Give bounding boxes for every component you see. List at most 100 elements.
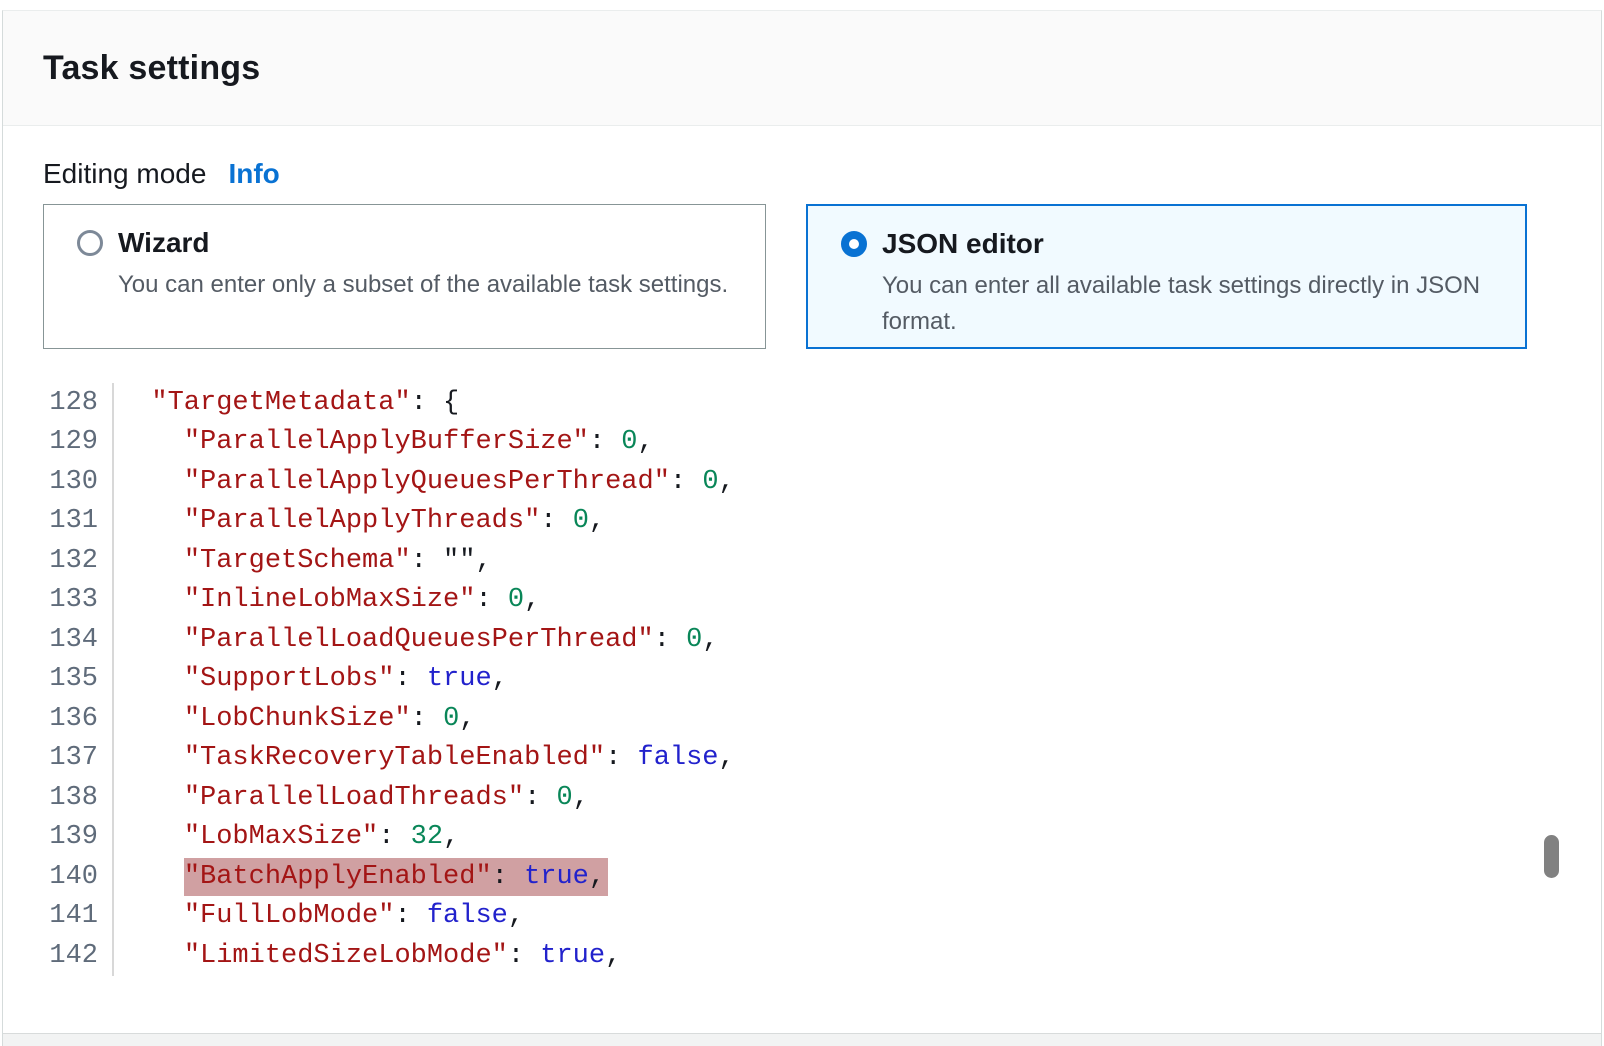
code-token: : "",: [411, 546, 492, 576]
page-title: Task settings: [43, 49, 260, 88]
code-line[interactable]: 133 "InlineLobMaxSize": 0,: [43, 581, 1561, 621]
code-token: 0: [573, 506, 589, 536]
code-line[interactable]: 132 "TargetSchema": "",: [43, 541, 1561, 581]
code-token: :: [394, 901, 426, 931]
code-line[interactable]: 141 "FullLobMode": false,: [43, 897, 1561, 937]
line-number: 130: [43, 462, 114, 502]
code-line[interactable]: 131 "ParallelApplyThreads": 0,: [43, 502, 1561, 542]
code-line[interactable]: 138 "ParallelLoadThreads": 0,: [43, 778, 1561, 818]
code-token: ,: [638, 427, 654, 457]
code-token: :: [475, 585, 507, 615]
radio-icon[interactable]: [77, 230, 103, 256]
code-token: 0: [621, 427, 637, 457]
code-token: true: [540, 941, 605, 971]
code-token: false: [638, 743, 719, 773]
code-token: "LimitedSizeLobMode": [184, 941, 508, 971]
code-token: ,: [443, 822, 459, 852]
code-line-text: "TaskRecoveryTableEnabled": false,: [114, 743, 735, 773]
option-head: Wizard: [77, 227, 741, 259]
code-token: 32: [411, 822, 443, 852]
radio-icon[interactable]: [841, 231, 867, 257]
code-line[interactable]: 139 "LobMaxSize": 32,: [43, 818, 1561, 858]
line-number: 131: [43, 502, 114, 542]
code-token: ,: [492, 664, 508, 694]
line-number: 132: [43, 541, 114, 581]
option-title: Wizard: [118, 227, 210, 259]
code-token: :: [589, 427, 621, 457]
code-token: true: [427, 664, 492, 694]
editing-mode-label: Editing mode: [43, 158, 206, 190]
line-number: 140: [43, 857, 114, 897]
code-line[interactable]: 140 "BatchApplyEnabled": true,: [43, 857, 1561, 897]
json-code-editor[interactable]: 128 "TargetMetadata": {129 "ParallelAppl…: [43, 383, 1561, 976]
line-number: 141: [43, 897, 114, 937]
code-token: :: [605, 743, 637, 773]
code-line-text: "ParallelApplyQueuesPerThread": 0,: [114, 467, 735, 497]
line-number: 128: [43, 383, 114, 423]
code-token: ,: [605, 941, 621, 971]
code-token: "ParallelApplyQueuesPerThread": [184, 467, 670, 497]
code-token: :: [378, 822, 410, 852]
panel-body: Editing mode Info Wizard You can enter o…: [3, 158, 1601, 976]
code-line[interactable]: 134 "ParallelLoadQueuesPerThread": 0,: [43, 620, 1561, 660]
line-number: 134: [43, 620, 114, 660]
panel-header: Task settings: [3, 11, 1601, 126]
code-token: ,: [459, 704, 475, 734]
line-number: 136: [43, 699, 114, 739]
code-line-text: "FullLobMode": false,: [114, 901, 524, 931]
code-line[interactable]: 136 "LobChunkSize": 0,: [43, 699, 1561, 739]
code-line[interactable]: 128 "TargetMetadata": {: [43, 383, 1561, 423]
code-token: "InlineLobMaxSize": [184, 585, 476, 615]
code-line[interactable]: 129 "ParallelApplyBufferSize": 0,: [43, 423, 1561, 463]
code-lines: 128 "TargetMetadata": {129 "ParallelAppl…: [43, 383, 1561, 976]
line-number: 133: [43, 581, 114, 621]
line-number: 142: [43, 936, 114, 976]
code-token: ,: [524, 585, 540, 615]
code-token: ,: [573, 783, 589, 813]
highlighted-code: "BatchApplyEnabled": true,: [184, 858, 608, 896]
info-link[interactable]: Info: [228, 158, 279, 190]
code-token: "TargetSchema": [184, 546, 411, 576]
option-title: JSON editor: [882, 228, 1044, 260]
scrollbar-thumb[interactable]: [1544, 835, 1559, 878]
code-line-text: "SupportLobs": true,: [114, 664, 508, 694]
code-line-text: "TargetMetadata": {: [114, 388, 459, 418]
code-line[interactable]: 137 "TaskRecoveryTableEnabled": false,: [43, 739, 1561, 779]
code-line[interactable]: 135 "SupportLobs": true,: [43, 660, 1561, 700]
code-token: ,: [702, 625, 718, 655]
code-line-text: "BatchApplyEnabled": true,: [114, 862, 608, 892]
editing-mode-options: Wizard You can enter only a subset of th…: [43, 204, 1561, 349]
code-line-text: "TargetSchema": "",: [114, 546, 492, 576]
code-token: false: [427, 901, 508, 931]
code-token: "ParallelApplyThreads": [184, 506, 540, 536]
code-token: ,: [508, 901, 524, 931]
code-token: "BatchApplyEnabled": [184, 862, 492, 892]
code-token: 0: [508, 585, 524, 615]
code-token: :: [654, 625, 686, 655]
code-line-text: "InlineLobMaxSize": 0,: [114, 585, 540, 615]
code-line-text: "ParallelApplyThreads": 0,: [114, 506, 605, 536]
editing-mode-row: Editing mode Info: [43, 158, 1561, 190]
code-token: "ParallelApplyBufferSize": [184, 427, 589, 457]
code-line-text: "ParallelLoadThreads": 0,: [114, 783, 589, 813]
code-line-text: "LobMaxSize": 32,: [114, 822, 459, 852]
code-token: 0: [702, 467, 718, 497]
code-line-text: "LimitedSizeLobMode": true,: [114, 941, 621, 971]
code-token: ,: [589, 506, 605, 536]
code-token: "FullLobMode": [184, 901, 395, 931]
code-token: "ParallelLoadQueuesPerThread": [184, 625, 654, 655]
line-number: 129: [43, 423, 114, 463]
code-token: "TaskRecoveryTableEnabled": [184, 743, 605, 773]
code-token: ,: [719, 743, 735, 773]
code-token: "LobChunkSize": [184, 704, 411, 734]
line-number: 139: [43, 818, 114, 858]
code-token: "SupportLobs": [184, 664, 395, 694]
option-card-json-editor[interactable]: JSON editor You can enter all available …: [806, 204, 1527, 349]
code-token: 0: [686, 625, 702, 655]
option-description: You can enter all available task setting…: [882, 268, 1501, 340]
code-token: :: [508, 941, 540, 971]
code-line[interactable]: 130 "ParallelApplyQueuesPerThread": 0,: [43, 462, 1561, 502]
option-card-wizard[interactable]: Wizard You can enter only a subset of th…: [43, 204, 766, 349]
line-number: 138: [43, 778, 114, 818]
code-line[interactable]: 142 "LimitedSizeLobMode": true,: [43, 936, 1561, 976]
